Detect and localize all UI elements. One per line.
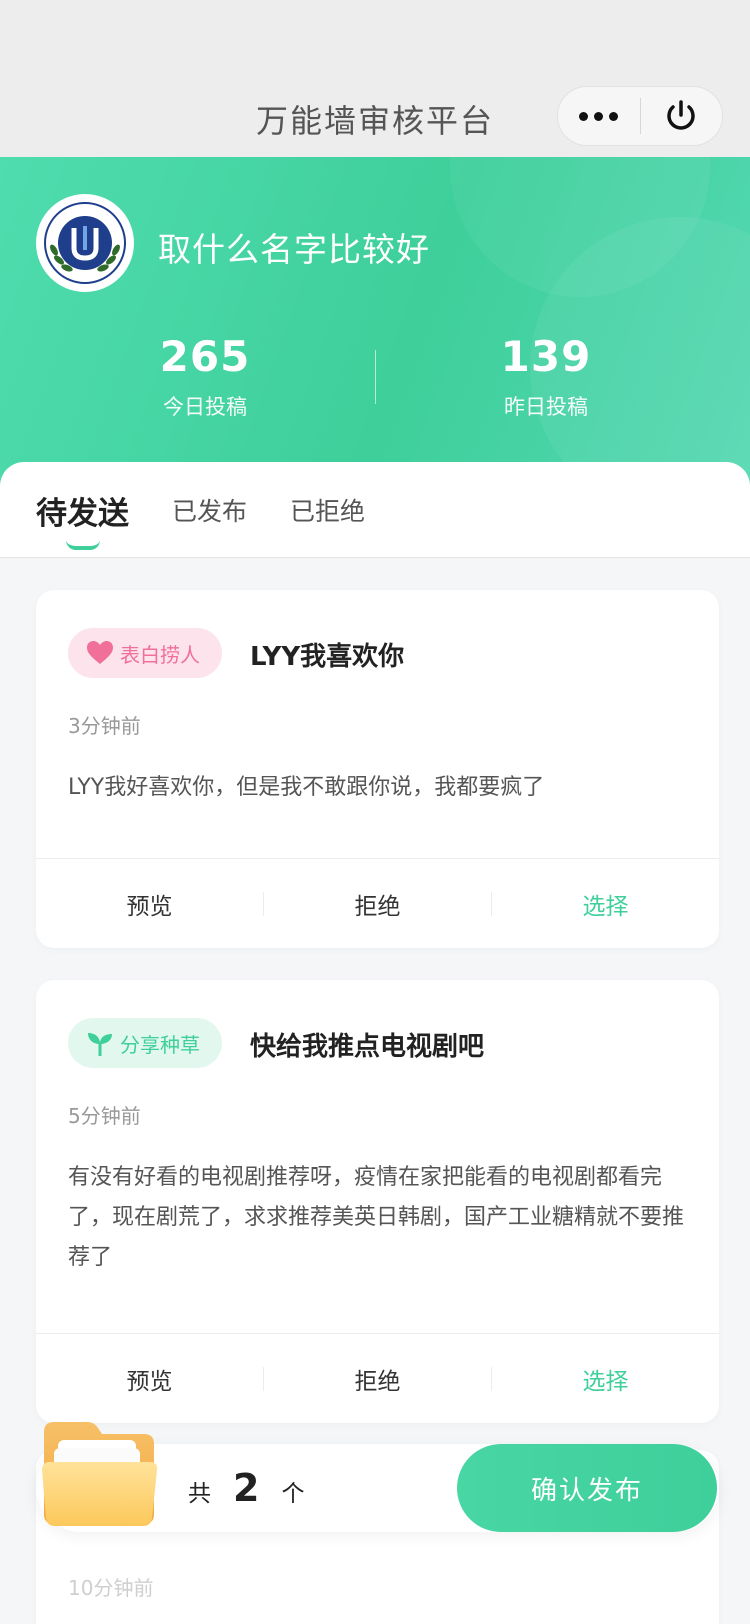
tab-pending[interactable]: 待发送 — [36, 488, 129, 533]
org-name: 取什么名字比较好 — [158, 230, 430, 269]
stat-yesterday-value: 139 — [500, 332, 592, 381]
status-tabs: 待发送 已发布 已拒绝 — [0, 462, 750, 558]
stat-yesterday-label: 昨日投稿 — [504, 395, 588, 419]
preview-button[interactable]: 预览 — [36, 1362, 263, 1396]
heart-icon — [87, 641, 113, 664]
count-value: 2 — [233, 1466, 260, 1510]
tab-active-indicator — [66, 540, 100, 550]
stat-today-label: 今日投稿 — [163, 395, 247, 419]
post-title: 快给我推点电视剧吧 — [250, 1032, 485, 1062]
select-button[interactable]: 选择 — [492, 1362, 719, 1396]
stat-today: 265 今日投稿 — [105, 332, 305, 421]
org-logo — [36, 194, 134, 292]
power-icon — [667, 100, 695, 130]
selected-count: 共 2 个 — [188, 1466, 304, 1510]
post-card: 表白捞人 LYY我喜欢你 3分钟前 LYY我好喜欢你，但是我不敢跟你说，我都要疯… — [36, 590, 719, 948]
sprout-icon — [88, 1033, 112, 1056]
reject-button[interactable]: 拒绝 — [264, 1362, 491, 1396]
tab-published[interactable]: 已发布 — [172, 492, 247, 528]
preview-button[interactable]: 预览 — [36, 887, 263, 921]
university-seal-icon — [44, 202, 126, 284]
post-card: 分享种草 快给我推点电视剧吧 5分钟前 有没有好看的电视剧推荐呀，疫情在家把能看… — [36, 980, 719, 1423]
post-title: LYY我喜欢你 — [250, 642, 405, 672]
category-tag: 分享种草 — [68, 1018, 222, 1068]
navigation-bar: 万能墙审核平台 — [0, 0, 750, 157]
count-suffix: 个 — [281, 1481, 305, 1507]
stat-today-value: 265 — [159, 332, 251, 381]
tab-rejected[interactable]: 已拒绝 — [290, 492, 365, 528]
category-tag-label: 分享种草 — [120, 1032, 200, 1057]
category-tag: 表白捞人 — [68, 628, 222, 678]
close-button[interactable] — [641, 86, 723, 146]
post-time: 10分钟前 — [68, 1576, 154, 1600]
post-time: 5分钟前 — [68, 1104, 141, 1128]
reject-button[interactable]: 拒绝 — [264, 887, 491, 921]
stat-divider — [375, 350, 376, 404]
post-content: LYY我好喜欢你，但是我不敢跟你说，我都要疯了 — [68, 775, 545, 800]
stat-yesterday: 139 昨日投稿 — [446, 332, 646, 421]
category-tag-label: 表白捞人 — [120, 642, 200, 667]
post-actions: 预览 拒绝 选择 — [36, 1333, 719, 1423]
count-prefix: 共 — [188, 1481, 211, 1507]
select-button[interactable]: 选择 — [492, 887, 719, 921]
confirm-publish-button[interactable]: 确认发布 — [457, 1444, 717, 1532]
post-time: 3分钟前 — [68, 714, 141, 738]
more-button[interactable] — [558, 86, 640, 146]
miniprogram-capsule — [557, 86, 723, 146]
post-actions: 预览 拒绝 选择 — [36, 858, 719, 948]
folder-icon[interactable] — [40, 1418, 160, 1530]
post-content: 有没有好看的电视剧推荐呀，疫情在家把能看的电视剧都看完了，现在剧荒了，求求推荐美… — [68, 1165, 685, 1270]
stats-header: 取什么名字比较好 265 今日投稿 139 昨日投稿 — [0, 157, 750, 487]
more-dots-icon — [579, 111, 619, 121]
